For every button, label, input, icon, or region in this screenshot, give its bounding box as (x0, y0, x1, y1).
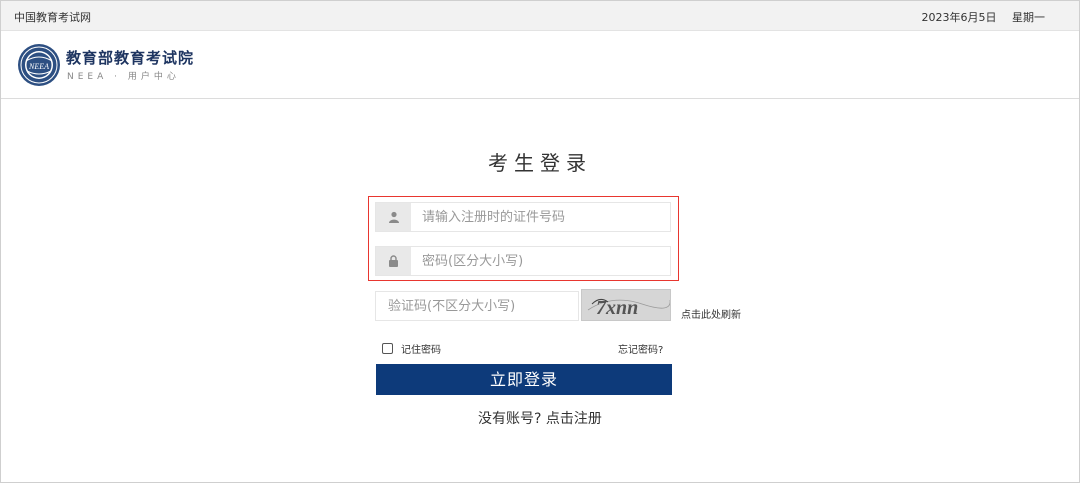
org-name: 教育部教育考试院 (66, 49, 195, 67)
neea-emblem-icon[interactable]: NEEA (17, 43, 61, 87)
password-input[interactable] (422, 247, 662, 275)
id-number-input[interactable] (422, 203, 662, 231)
emblem-text: NEEA (28, 62, 49, 71)
current-weekday: 星期一 (1012, 11, 1045, 24)
page-frame: 中国教育考试网 2023年6月5日 星期一 NEEA 教育部教育考试院 NEEA… (0, 0, 1080, 483)
date-display: 2023年6月5日 星期一 (910, 9, 1046, 25)
lock-icon (376, 247, 411, 275)
site-name-link[interactable]: 中国教育考试网 (14, 9, 91, 25)
id-number-field[interactable] (375, 202, 671, 232)
remember-checkbox[interactable] (382, 343, 393, 354)
remember-label: 记住密码 (401, 345, 441, 356)
remember-password-option[interactable]: 记住密码 (382, 341, 441, 356)
current-date: 2023年6月5日 (921, 11, 997, 24)
password-field[interactable] (375, 246, 671, 276)
captcha-image[interactable]: 7xnn (581, 289, 671, 321)
page-title: 考生登录 (488, 151, 592, 175)
captcha-input[interactable] (388, 292, 574, 320)
refresh-captcha-link[interactable]: 点击此处刷新 (681, 306, 741, 321)
login-button[interactable]: 立即登录 (376, 364, 672, 395)
site-header: NEEA 教育部教育考试院 NEEA · 用户中心 (1, 31, 1079, 99)
forgot-password-link[interactable]: 忘记密码? (618, 341, 663, 356)
top-bar: 中国教育考试网 2023年6月5日 星期一 (1, 1, 1079, 31)
user-icon (376, 203, 411, 231)
register-link[interactable]: 没有账号? 点击注册 (1, 408, 1079, 428)
captcha-field[interactable] (375, 291, 579, 321)
captcha-text: 7xnn (596, 297, 638, 319)
org-subtitle: NEEA · 用户中心 (67, 72, 180, 82)
